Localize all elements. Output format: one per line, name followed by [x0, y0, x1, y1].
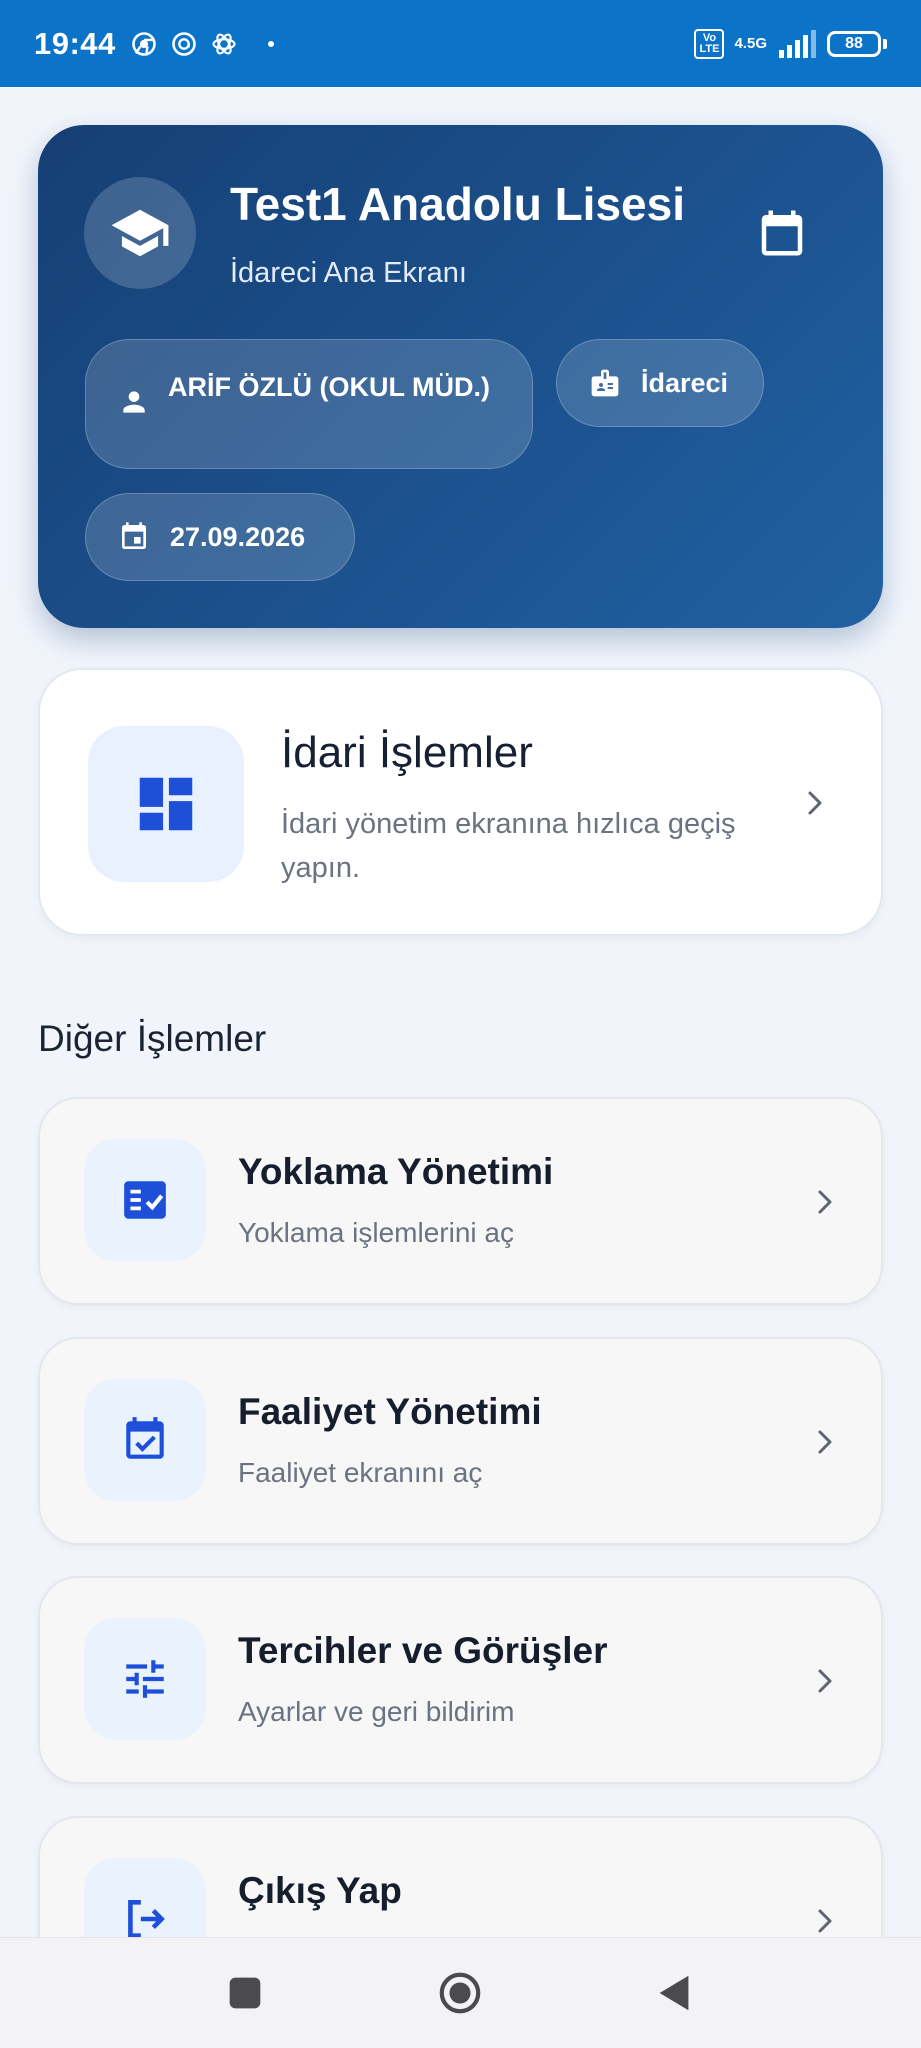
- menu-icon-container: [84, 1139, 206, 1261]
- role-label: İdareci: [641, 367, 729, 398]
- user-chip: ARİF ÖZLÜ (OKUL MÜD.): [85, 339, 533, 469]
- chevron-right-icon: [810, 1906, 840, 1936]
- badge-icon: [591, 369, 619, 397]
- menu-icon-container: [84, 1379, 206, 1501]
- menu-item-description: Faaliyet ekranını aç: [238, 1457, 483, 1488]
- chrome-icon: [132, 31, 156, 56]
- menu-item-title: Çıkış Yap: [238, 1870, 402, 1911]
- threads-icon: [172, 31, 196, 56]
- menu-item-description: Yoklama işlemlerini aç: [238, 1217, 514, 1248]
- admin-card-description: İdari yönetim ekranına hızlıca geçiş yap…: [281, 808, 736, 884]
- screen-subtitle: İdareci Ana Ekranı: [230, 257, 467, 289]
- square-icon: [229, 1977, 261, 2009]
- role-chip: İdareci: [556, 339, 764, 427]
- status-time: 19:44: [34, 25, 116, 61]
- header-card: Test1 Anadolu Lisesi İdareci Ana Ekranı …: [38, 125, 883, 628]
- date-label: 27.09.2026: [170, 521, 306, 552]
- menu-item-attendance[interactable]: Yoklama Yönetimi Yoklama işlemlerini aç: [38, 1097, 883, 1305]
- triangle-back-icon: [659, 1975, 689, 2011]
- menu-item-title: Faaliyet Yönetimi: [238, 1391, 542, 1432]
- event-icon: [122, 522, 146, 549]
- person-icon: [123, 391, 145, 413]
- signal-icon: [779, 29, 816, 58]
- menu-icon-container: [84, 1618, 206, 1740]
- dashboard-icon: [139, 777, 193, 831]
- graduation-cap-icon: [111, 209, 169, 257]
- menu-item-activity[interactable]: Faaliyet Yönetimi Faaliyet ekranını aç: [38, 1337, 883, 1545]
- notification-icons: [130, 30, 238, 58]
- admin-operations-card[interactable]: İdari İşlemler İdari yönetim ekranına hı…: [38, 668, 883, 936]
- status-right: Vo LTE 4.5G 88: [694, 28, 887, 59]
- chevron-right-icon: [810, 1427, 840, 1457]
- menu-item-description: Ayarlar ve geri bildirim: [238, 1696, 515, 1727]
- tune-icon: [126, 1660, 164, 1698]
- circle-icon: [439, 1972, 481, 2014]
- chevron-right-icon: [810, 1666, 840, 1696]
- menu-item-title: Yoklama Yönetimi: [238, 1151, 554, 1192]
- notification-dot: [267, 40, 274, 47]
- chevron-right-icon: [810, 1187, 840, 1217]
- network-type: 4.5G: [734, 35, 767, 52]
- openai-icon: [212, 33, 236, 54]
- admin-card-title: İdari İşlemler: [281, 728, 533, 777]
- user-name: ARİF ÖZLÜ (OKUL MÜD.): [168, 372, 490, 402]
- home-button[interactable]: [435, 1968, 485, 2018]
- checklist-icon: [124, 1181, 166, 1219]
- school-avatar: [84, 177, 196, 289]
- event-available-icon: [126, 1417, 164, 1459]
- battery-icon: 88: [827, 30, 887, 57]
- menu-item-title: Tercihler ve Görüşler: [238, 1630, 608, 1671]
- battery-level: 88: [827, 30, 881, 57]
- calendar-icon: [761, 210, 803, 256]
- date-chip: 27.09.2026: [85, 493, 355, 581]
- admin-icon-container: [88, 726, 244, 882]
- section-title: Diğer İşlemler: [38, 1018, 267, 1059]
- menu-item-preferences[interactable]: Tercihler ve Görüşler Ayarlar ve geri bi…: [38, 1576, 883, 1784]
- status-bar: 19:44 Vo LTE 4.5G 88: [0, 0, 921, 87]
- volte-badge: Vo LTE: [694, 28, 725, 59]
- system-navigation-bar: [0, 1937, 921, 2048]
- recents-button[interactable]: [220, 1968, 270, 2018]
- back-button[interactable]: [650, 1968, 700, 2018]
- chevron-right-icon: [800, 788, 830, 818]
- calendar-button[interactable]: [750, 201, 814, 265]
- school-name: Test1 Anadolu Lisesi: [230, 178, 685, 230]
